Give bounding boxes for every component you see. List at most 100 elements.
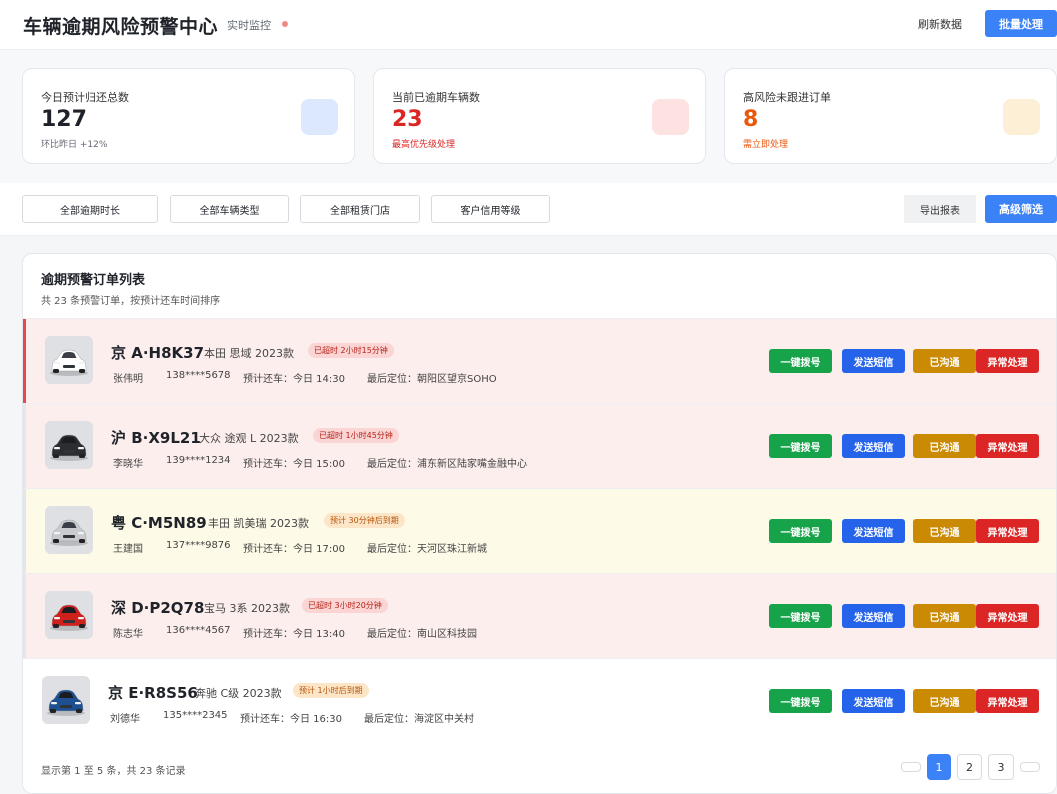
table-row[interactable]: 京 A·H8K37 本田 思域 2023款 已超时 2小时15分钟 张伟明 13… xyxy=(23,318,1056,403)
overdue-status-badge: 预计 1小时后到期 xyxy=(293,683,369,698)
filter-credit-level[interactable]: 客户信用等级 xyxy=(431,195,550,223)
pagination-page-3[interactable]: 3 xyxy=(988,754,1014,780)
car-model: 本田 思域 2023款 xyxy=(204,347,294,360)
expected-return-time: 预计还车：今日 14:30 xyxy=(243,374,345,385)
exception-handle-button[interactable]: 异常处理 xyxy=(976,604,1039,628)
stat-value: 23 xyxy=(392,107,423,132)
car-model: 宝马 3系 2023款 xyxy=(204,602,290,615)
stat-label: 高风险未跟进订单 xyxy=(743,91,831,104)
export-report-button[interactable]: 导出报表 xyxy=(904,195,976,223)
stat-subtext: 环比昨日 +12% xyxy=(41,140,108,150)
car-thumbnail xyxy=(45,336,93,384)
batch-process-button[interactable]: 批量处理 xyxy=(985,10,1057,37)
last-location: 最后定位：南山区科技园 xyxy=(367,629,477,640)
stat-card-overdue: 当前已逾期车辆数 23 最高优先级处理 xyxy=(373,68,706,164)
calendar-icon xyxy=(301,99,338,135)
exception-handle-button[interactable]: 异常处理 xyxy=(976,434,1039,458)
call-button[interactable]: 一键拨号 xyxy=(769,689,832,713)
plate-number[interactable]: 沪 B·X9L21 xyxy=(111,427,201,448)
filter-bar: 全部逾期时长 全部车辆类型 全部租赁门店 客户信用等级 导出报表 高级筛选 xyxy=(0,183,1057,236)
last-location: 最后定位：天河区珠江新城 xyxy=(367,544,487,555)
refresh-button[interactable]: 刷新数据 xyxy=(905,11,975,37)
stat-value: 8 xyxy=(743,107,759,132)
contacted-button[interactable]: 已沟通 xyxy=(913,689,976,713)
car-thumbnail xyxy=(45,506,93,554)
expected-return-time: 预计还车：今日 15:00 xyxy=(243,459,345,470)
plate-number[interactable]: 深 D·P2Q78 xyxy=(111,597,204,618)
customer-name: 张伟明 xyxy=(113,374,143,385)
row-priority-marker xyxy=(23,489,26,573)
pagination-page-1[interactable]: 1 xyxy=(927,754,951,780)
last-location: 最后定位：朝阳区望京SOHO xyxy=(367,374,497,385)
advanced-filter-button[interactable]: 高级筛选 xyxy=(985,195,1057,223)
row-priority-marker xyxy=(23,319,26,403)
car-model: 大众 途观 L 2023款 xyxy=(199,432,299,445)
pagination-next-button[interactable] xyxy=(1020,762,1040,772)
contacted-button[interactable]: 已沟通 xyxy=(913,519,976,543)
stat-label: 今日预计归还总数 xyxy=(41,91,129,104)
overdue-status-badge: 预计 30分钟后到期 xyxy=(324,513,405,528)
stat-subtext: 最高优先级处理 xyxy=(392,140,456,150)
customer-phone: 137****9876 xyxy=(166,540,231,551)
expected-return-time: 预计还车：今日 13:40 xyxy=(243,629,345,640)
table-row[interactable]: 粤 C·M5N89 丰田 凯美瑞 2023款 预计 30分钟后到期 王建国 13… xyxy=(23,488,1056,573)
pagination-page-2[interactable]: 2 xyxy=(957,754,982,780)
pagination-prev-button[interactable] xyxy=(901,762,921,772)
filter-vehicle-type[interactable]: 全部车辆类型 xyxy=(170,195,289,223)
stat-value: 127 xyxy=(41,107,87,132)
car-thumbnail xyxy=(45,591,93,639)
expected-return-time: 预计还车：今日 17:00 xyxy=(243,544,345,555)
table-row[interactable]: 京 E·R8S56 奔驰 C级 2023款 预计 1小时后到期 刘德华 135*… xyxy=(23,658,1056,743)
list-subtitle: 共 23 条预警订单，按预计还车时间排序 xyxy=(41,296,221,307)
customer-name: 王建国 xyxy=(113,544,143,555)
top-bar: 车辆逾期风险预警中心 实时监控 刷新数据 批量处理 xyxy=(0,0,1057,50)
customer-phone: 136****4567 xyxy=(166,625,231,636)
contacted-button[interactable]: 已沟通 xyxy=(913,434,976,458)
overdue-status-badge: 已超时 1小时45分钟 xyxy=(313,428,399,443)
send-sms-button[interactable]: 发送短信 xyxy=(842,689,905,713)
table-row[interactable]: 深 D·P2Q78 宝马 3系 2023款 已超时 3小时20分钟 陈志华 13… xyxy=(23,573,1056,658)
alert-icon xyxy=(652,99,689,135)
car-model: 丰田 凯美瑞 2023款 xyxy=(208,517,309,530)
exception-handle-button[interactable]: 异常处理 xyxy=(976,689,1039,713)
customer-name: 陈志华 xyxy=(113,629,143,640)
call-button[interactable]: 一键拨号 xyxy=(769,519,832,543)
exception-handle-button[interactable]: 异常处理 xyxy=(976,349,1039,373)
filter-rental-store[interactable]: 全部租赁门店 xyxy=(300,195,420,223)
row-priority-marker xyxy=(23,574,26,658)
live-status-dot xyxy=(282,21,288,27)
send-sms-button[interactable]: 发送短信 xyxy=(842,604,905,628)
last-location: 最后定位：海淀区中关村 xyxy=(364,714,474,725)
call-button[interactable]: 一键拨号 xyxy=(769,604,832,628)
live-monitor-label: 实时监控 xyxy=(227,19,271,32)
customer-name: 李晓华 xyxy=(113,459,143,470)
send-sms-button[interactable]: 发送短信 xyxy=(842,519,905,543)
customer-phone: 138****5678 xyxy=(166,370,231,381)
overdue-order-list: 逾期预警订单列表 共 23 条预警订单，按预计还车时间排序 京 A·H8K37 … xyxy=(22,253,1057,794)
plate-number[interactable]: 京 E·R8S56 xyxy=(108,682,198,703)
filter-overdue-duration[interactable]: 全部逾期时长 xyxy=(22,195,158,223)
stat-card-expected-returns: 今日预计归还总数 127 环比昨日 +12% xyxy=(22,68,355,164)
car-model: 奔驰 C级 2023款 xyxy=(195,687,282,700)
stat-card-high-risk: 高风险未跟进订单 8 需立即处理 xyxy=(724,68,1057,164)
stat-label: 当前已逾期车辆数 xyxy=(392,91,480,104)
send-sms-button[interactable]: 发送短信 xyxy=(842,434,905,458)
overdue-status-badge: 已超时 2小时15分钟 xyxy=(308,343,394,358)
warning-icon xyxy=(1003,99,1040,135)
expected-return-time: 预计还车：今日 16:30 xyxy=(240,714,342,725)
customer-phone: 135****2345 xyxy=(163,710,228,721)
table-row[interactable]: 沪 B·X9L21 大众 途观 L 2023款 已超时 1小时45分钟 李晓华 … xyxy=(23,403,1056,488)
call-button[interactable]: 一键拨号 xyxy=(769,434,832,458)
exception-handle-button[interactable]: 异常处理 xyxy=(976,519,1039,543)
call-button[interactable]: 一键拨号 xyxy=(769,349,832,373)
plate-number[interactable]: 京 A·H8K37 xyxy=(111,342,204,363)
contacted-button[interactable]: 已沟通 xyxy=(913,349,976,373)
send-sms-button[interactable]: 发送短信 xyxy=(842,349,905,373)
plate-number[interactable]: 粤 C·M5N89 xyxy=(111,512,207,533)
car-thumbnail xyxy=(42,676,90,724)
car-thumbnail xyxy=(45,421,93,469)
page-title: 车辆逾期风险预警中心 xyxy=(23,16,219,38)
contacted-button[interactable]: 已沟通 xyxy=(913,604,976,628)
overdue-status-badge: 已超时 3小时20分钟 xyxy=(302,598,388,613)
stat-subtext: 需立即处理 xyxy=(743,140,789,150)
